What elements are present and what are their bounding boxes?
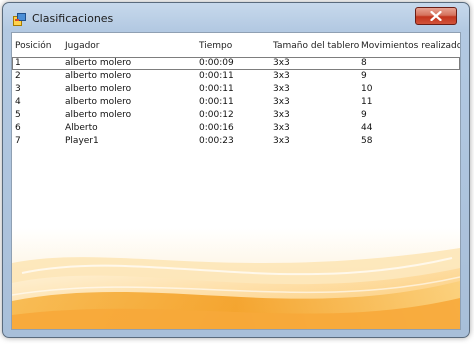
cell-board-size: 3x3 [273, 136, 290, 146]
client-area: Posición Jugador Tiempo Tamaño del table… [11, 32, 461, 330]
close-button[interactable] [415, 7, 457, 25]
cell-position: 1 [15, 58, 21, 68]
cell-player: alberto molero [65, 58, 132, 68]
cell-moves: 58 [361, 136, 373, 146]
cell-player: alberto molero [65, 84, 132, 94]
cell-player: Alberto [65, 123, 98, 133]
cell-time: 0:00:16 [199, 123, 234, 133]
cell-player: alberto molero [65, 97, 132, 107]
column-headers: Posición Jugador Tiempo Tamaño del table… [12, 36, 460, 56]
cell-moves: 9 [361, 110, 367, 120]
cell-board-size: 3x3 [273, 110, 290, 120]
table-row[interactable]: 4 alberto molero 0:00:11 3x3 11 [12, 96, 460, 109]
cell-moves: 10 [361, 84, 373, 94]
cell-time: 0:00:11 [199, 71, 234, 81]
table-row[interactable]: 2 alberto molero 0:00:11 3x3 9 [12, 70, 460, 83]
cell-board-size: 3x3 [273, 58, 290, 68]
window: Clasificaciones Posición Jugador Tiempo … [2, 2, 470, 338]
column-header-position[interactable]: Posición [15, 36, 51, 56]
column-header-player[interactable]: Jugador [65, 36, 100, 56]
cell-board-size: 3x3 [273, 123, 290, 133]
window-title: Clasificaciones [32, 12, 114, 25]
cell-player: alberto molero [65, 110, 132, 120]
cell-position: 5 [15, 110, 21, 120]
column-header-moves[interactable]: Movimientos realizados [361, 36, 460, 56]
cell-time: 0:00:09 [199, 58, 234, 68]
cell-position: 6 [15, 123, 21, 133]
close-icon [430, 11, 442, 21]
table-row[interactable]: 6 Alberto 0:00:16 3x3 44 [12, 122, 460, 135]
rankings-listview[interactable]: Posición Jugador Tiempo Tamaño del table… [12, 33, 460, 329]
cell-moves: 9 [361, 71, 367, 81]
table-row[interactable]: 7 Player1 0:00:23 3x3 58 [12, 135, 460, 148]
title-bar[interactable]: Clasificaciones [3, 3, 469, 31]
cell-moves: 11 [361, 97, 373, 107]
cell-position: 4 [15, 97, 21, 107]
cell-position: 2 [15, 71, 21, 81]
cell-moves: 44 [361, 123, 373, 133]
cell-player: alberto molero [65, 71, 132, 81]
cell-time: 0:00:11 [199, 97, 234, 107]
table-row[interactable]: 3 alberto molero 0:00:11 3x3 10 [12, 83, 460, 96]
cell-board-size: 3x3 [273, 71, 290, 81]
cell-time: 0:00:11 [199, 84, 234, 94]
table-row[interactable]: 5 alberto molero 0:00:12 3x3 9 [12, 109, 460, 122]
cell-board-size: 3x3 [273, 97, 290, 107]
cell-position: 7 [15, 136, 21, 146]
table-row[interactable]: 1 alberto molero 0:00:09 3x3 8 [12, 57, 460, 70]
cell-board-size: 3x3 [273, 84, 290, 94]
column-header-board-size[interactable]: Tamaño del tablero [273, 36, 359, 56]
column-header-time[interactable]: Tiempo [199, 36, 232, 56]
cell-player: Player1 [65, 136, 99, 146]
cell-time: 0:00:12 [199, 110, 234, 120]
cell-moves: 8 [361, 58, 367, 68]
cell-time: 0:00:23 [199, 136, 234, 146]
app-icon [13, 11, 27, 26]
cell-position: 3 [15, 84, 21, 94]
